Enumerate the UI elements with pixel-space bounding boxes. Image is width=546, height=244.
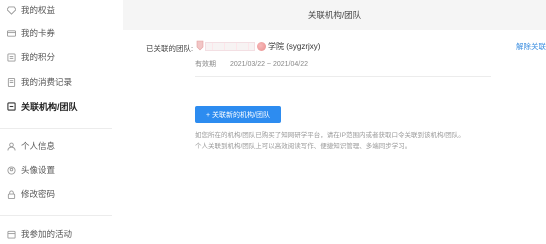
sidebar-item-label: 修改密码	[21, 189, 56, 199]
points-icon	[6, 52, 16, 62]
redacted-block	[205, 41, 255, 51]
team-logo-icon	[196, 40, 204, 51]
main-panel: 关联机构/团队 已关联的团队: 学院 (sygzrjxy) 解除关联 有效期 2…	[123, 0, 546, 207]
sidebar-item-my-coupons[interactable]: 我的卡券	[0, 23, 112, 43]
linked-org-card: 已关联的团队: 学院 (sygzrjxy) 解除关联 有效期 2021/03/2…	[123, 30, 546, 207]
sidebar-divider	[0, 128, 112, 129]
seal-icon	[257, 41, 266, 51]
sidebar-item-label: 我的权益	[21, 5, 56, 15]
team-name-row: 学院 (sygzrjxy)	[205, 41, 320, 51]
divider	[195, 76, 491, 77]
validity-row: 有效期 2021/03/22 ~ 2021/04/22	[195, 59, 308, 69]
sidebar-item-label: 我的消费记录	[21, 77, 73, 87]
validity-value: 2021/03/22 ~ 2021/04/22	[229, 61, 308, 68]
validity-label: 有效期	[195, 61, 216, 68]
sidebar-item-my-purchases[interactable]: 我的消费记录	[0, 72, 112, 92]
avatar-icon	[6, 165, 16, 175]
sidebar-item-label: 头像设置	[21, 165, 56, 175]
sidebar-item-label: 我参加的活动	[21, 229, 73, 239]
sidebar-item-my-benefits[interactable]: 我的权益	[0, 0, 112, 20]
lock-icon	[6, 189, 16, 199]
sidebar-item-change-password[interactable]: 修改密码	[0, 184, 112, 204]
sidebar-item-personal-info[interactable]: 个人信息	[0, 136, 112, 156]
sidebar-item-label: 个人信息	[21, 141, 56, 151]
sidebar-item-label: 关联机构/团队	[21, 101, 78, 112]
description: 如您所在的机构/团队已购买了知网研学平台，请在IP范围内或者获取口令关联到该机构…	[195, 130, 495, 152]
activity-icon	[6, 229, 16, 239]
team-name: 学院 (sygzrjxy)	[268, 41, 321, 51]
unlink-button[interactable]: 解除关联	[516, 41, 546, 52]
sidebar-item-my-points[interactable]: 我的积分	[0, 47, 112, 67]
card-icon	[6, 28, 16, 38]
sidebar-item-label: 我的积分	[21, 52, 56, 62]
add-org-button[interactable]: + 关联新的机构/团队	[195, 106, 281, 123]
description-line: 如您所在的机构/团队已购买了知网研学平台，请在IP范围内或者获取口令关联到该机构…	[195, 132, 465, 139]
link-icon	[6, 101, 16, 111]
sidebar-item-avatar-settings[interactable]: 头像设置	[0, 160, 112, 180]
user-icon	[6, 141, 16, 151]
sidebar: 我的权益 我的卡券 我的积分 我的消费记录 关联机构/团队 个人信息 头像设置 …	[0, 0, 112, 244]
description-line: 个人关联到机构/团队上可以高效阅读写作、便捷知识管理、多端同步学习。	[195, 143, 412, 150]
linked-team-label: 已关联的团队:	[146, 44, 194, 53]
sidebar-item-label: 我的卡券	[21, 28, 56, 38]
sidebar-divider	[0, 215, 112, 216]
receipt-icon	[6, 77, 16, 87]
diamond-icon	[6, 5, 16, 15]
page-title: 关联机构/团队	[307, 10, 362, 20]
sidebar-item-my-activities[interactable]: 我参加的活动	[0, 224, 112, 244]
sidebar-item-linked-org[interactable]: 关联机构/团队	[0, 96, 112, 116]
